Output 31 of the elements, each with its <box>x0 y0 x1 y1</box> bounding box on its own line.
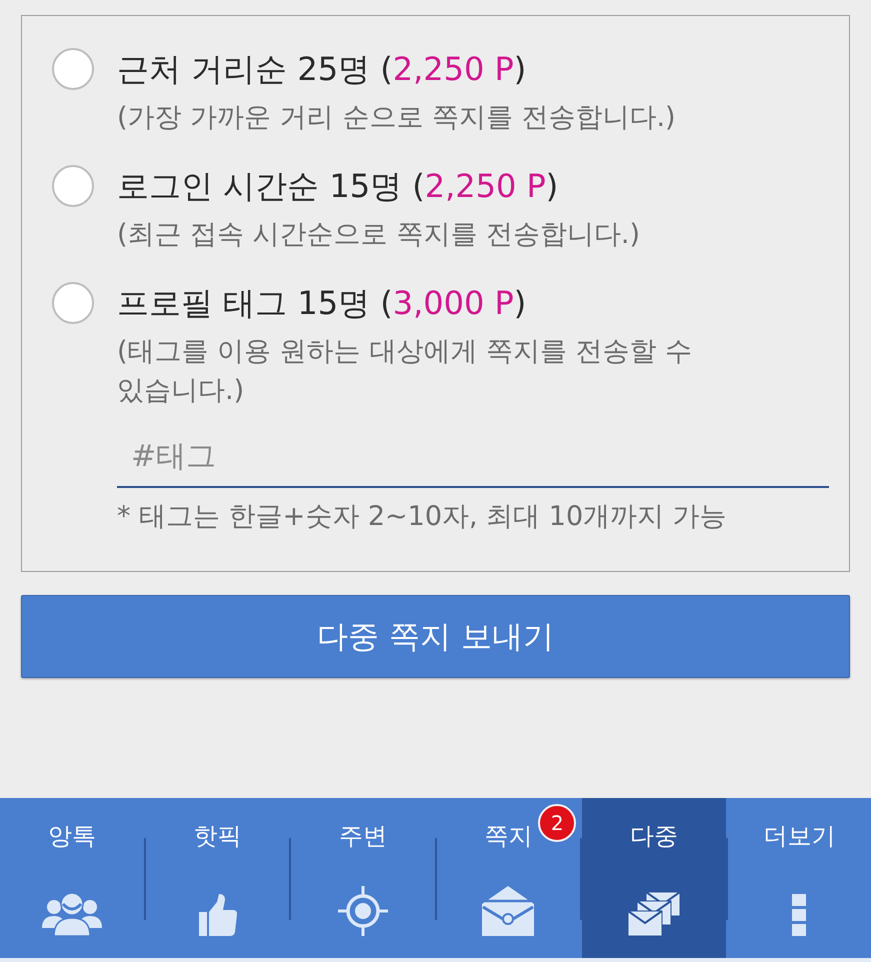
radio-button[interactable] <box>52 282 94 324</box>
send-multi-message-button[interactable]: 다중 쪽지 보내기 <box>21 595 850 678</box>
thumbs-up-icon <box>197 894 238 936</box>
nav-tab-label: 더보기 <box>763 821 836 852</box>
stacked-envelopes-icon <box>628 892 680 936</box>
option-description: (태그를 이용 원하는 대상에게 쪽지를 전송할 수 있습니다.) <box>117 335 694 408</box>
radio-button[interactable] <box>52 165 94 207</box>
nav-tab[interactable]: 쪽지 2 <box>436 798 580 958</box>
nav-tab-label: 주변 <box>338 821 387 852</box>
nav-tab[interactable]: 핫픽 <box>146 798 289 958</box>
envelope-icon <box>482 886 534 936</box>
nav-tab-label: 앙톡 <box>48 821 96 852</box>
nav-tab-label: 핫픽 <box>193 821 242 852</box>
tag-input-field[interactable]: #태그 <box>117 426 829 488</box>
nav-tab[interactable]: 앙톡 <box>0 798 144 958</box>
option-title: 로그인 시간순 15명 (2,250 P) <box>117 166 560 207</box>
vertical-dots-menu-icon <box>792 894 806 936</box>
tag-hint-text: * 태그는 한글+숫자 2~10자, 최대 10개까지 가능 <box>117 500 728 534</box>
people-group-icon <box>42 892 102 936</box>
nav-tab[interactable]: 더보기 <box>728 798 871 958</box>
option-description: (최근 접속 시간순으로 쪽지를 전송합니다.) <box>117 218 641 252</box>
nav-tab[interactable]: 주변 <box>291 798 434 958</box>
nav-tab-label: 다중 <box>630 821 678 852</box>
radio-button[interactable] <box>52 48 94 90</box>
nav-tab[interactable]: 다중 <box>582 798 726 958</box>
option-title: 근처 거리순 25명 (2,250 P) <box>117 49 528 90</box>
nav-tab-label: 쪽지 <box>484 821 532 852</box>
option-description: (가장 가까운 거리 순으로 쪽지를 전송합니다.) <box>117 101 677 135</box>
crosshair-icon <box>338 886 388 936</box>
option-title: 프로필 태그 15명 (3,000 P) <box>117 283 528 324</box>
unread-count-badge: 2 <box>538 804 576 842</box>
